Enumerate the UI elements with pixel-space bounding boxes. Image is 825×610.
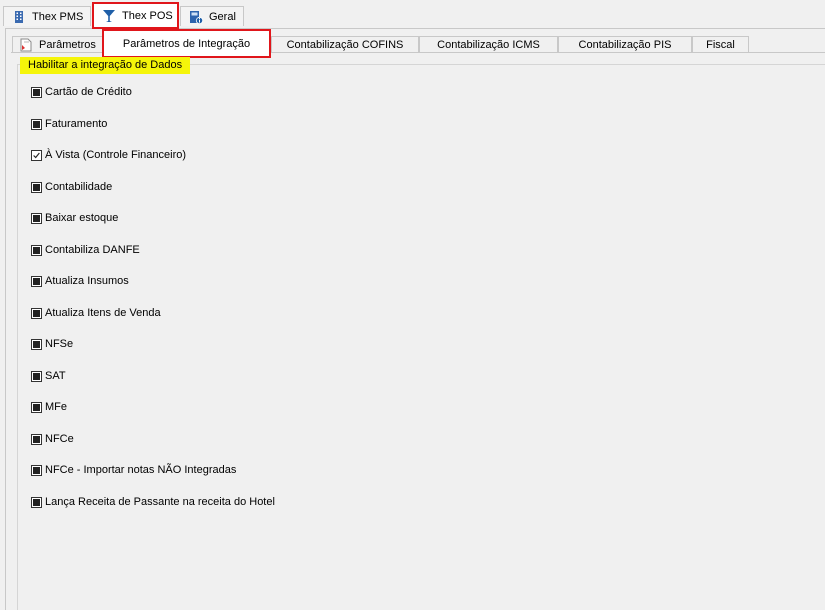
tab-geral-label: Geral: [209, 10, 236, 23]
option-nfce-importar[interactable]: NFCe - Importar notas NÃO Integradas: [31, 463, 236, 477]
building-icon: [12, 10, 26, 24]
checkbox-indeterminate[interactable]: [31, 244, 42, 256]
checkbox-indeterminate[interactable]: [31, 370, 42, 382]
tab-contabilizacao-cofins-label: Contabilização COFINS: [286, 39, 404, 51]
option-label: SAT: [45, 370, 66, 382]
tab-fiscal-label: Fiscal: [706, 39, 735, 51]
option-label: Contabiliza DANFE: [45, 244, 140, 256]
tab-thex-pms-label: Thex PMS: [32, 10, 84, 23]
checkbox-indeterminate[interactable]: [31, 496, 42, 508]
option-faturamento[interactable]: Faturamento: [31, 117, 107, 131]
checkbox-indeterminate[interactable]: [31, 338, 42, 350]
tab-contabilizacao-icms[interactable]: Contabilização ICMS: [419, 36, 558, 53]
option-label: NFCe: [45, 433, 74, 445]
option-label: Lança Receita de Passante na receita do …: [45, 496, 275, 508]
option-nfce[interactable]: NFCe: [31, 432, 74, 446]
document-icon: [19, 38, 33, 52]
option-contabiliza-danfe[interactable]: Contabiliza DANFE: [31, 243, 140, 257]
integration-group-box: [17, 64, 825, 610]
checkbox-indeterminate[interactable]: [31, 401, 42, 413]
option-atualiza-insumos[interactable]: Atualiza Insumos: [31, 274, 129, 288]
option-a-vista[interactable]: À Vista (Controle Financeiro): [31, 148, 186, 162]
option-label: Atualiza Itens de Venda: [45, 307, 161, 319]
option-label: NFCe - Importar notas NÃO Integradas: [45, 464, 237, 476]
option-cartao-credito[interactable]: Cartão de Crédito: [31, 85, 132, 99]
tab-parametros[interactable]: Parâmetros: [12, 36, 103, 53]
option-atualiza-itens-venda[interactable]: Atualiza Itens de Venda: [31, 306, 161, 320]
tab-fiscal[interactable]: Fiscal: [692, 36, 749, 53]
tab-parametros-integracao[interactable]: Parâmetros de Integração: [102, 29, 271, 58]
tab-contabilizacao-cofins[interactable]: Contabilização COFINS: [271, 36, 419, 53]
option-sat[interactable]: SAT: [31, 369, 66, 383]
checkbox-indeterminate[interactable]: [31, 181, 42, 193]
option-label: MFe: [45, 401, 67, 413]
tab-thex-pos[interactable]: Thex POS: [92, 2, 179, 29]
option-label: NFSe: [45, 338, 74, 350]
option-baixar-estoque[interactable]: Baixar estoque: [31, 211, 118, 225]
option-label: Contabilidade: [45, 181, 113, 193]
option-label: Baixar estoque: [45, 212, 119, 224]
tab-parametros-label: Parâmetros: [39, 39, 96, 51]
checkbox-checked[interactable]: [31, 149, 42, 161]
group-title: Habilitar a integração de Dados: [20, 57, 191, 74]
option-label: Cartão de Crédito: [45, 86, 132, 98]
calculator-info-icon: [189, 10, 204, 24]
cocktail-glass-icon: [102, 9, 116, 23]
checkbox-indeterminate[interactable]: [31, 307, 42, 319]
option-lanca-receita-passante[interactable]: Lança Receita de Passante na receita do …: [31, 495, 275, 509]
checkbox-indeterminate[interactable]: [31, 464, 42, 476]
checkbox-indeterminate[interactable]: [31, 86, 42, 98]
tab-contabilizacao-pis-label: Contabilização PIS: [578, 39, 672, 51]
checkbox-indeterminate[interactable]: [31, 433, 42, 445]
option-contabilidade[interactable]: Contabilidade: [31, 180, 112, 194]
option-label: À Vista (Controle Financeiro): [45, 149, 187, 161]
checkbox-indeterminate[interactable]: [31, 118, 42, 130]
tab-contabilizacao-pis[interactable]: Contabilização PIS: [558, 36, 692, 53]
tab-contabilizacao-icms-label: Contabilização ICMS: [437, 39, 540, 51]
option-label: Atualiza Insumos: [45, 275, 129, 287]
option-label: Faturamento: [45, 118, 108, 130]
checkbox-indeterminate[interactable]: [31, 275, 42, 287]
checkbox-indeterminate[interactable]: [31, 212, 42, 224]
tab-thex-pos-label: Thex POS: [122, 9, 173, 22]
tab-parametros-integracao-label: Parâmetros de Integração: [122, 37, 251, 50]
option-nfse[interactable]: NFSe: [31, 337, 73, 351]
tab-geral[interactable]: Geral: [180, 6, 244, 26]
option-mfe[interactable]: MFe: [31, 400, 67, 414]
tab-thex-pms[interactable]: Thex PMS: [3, 6, 91, 26]
